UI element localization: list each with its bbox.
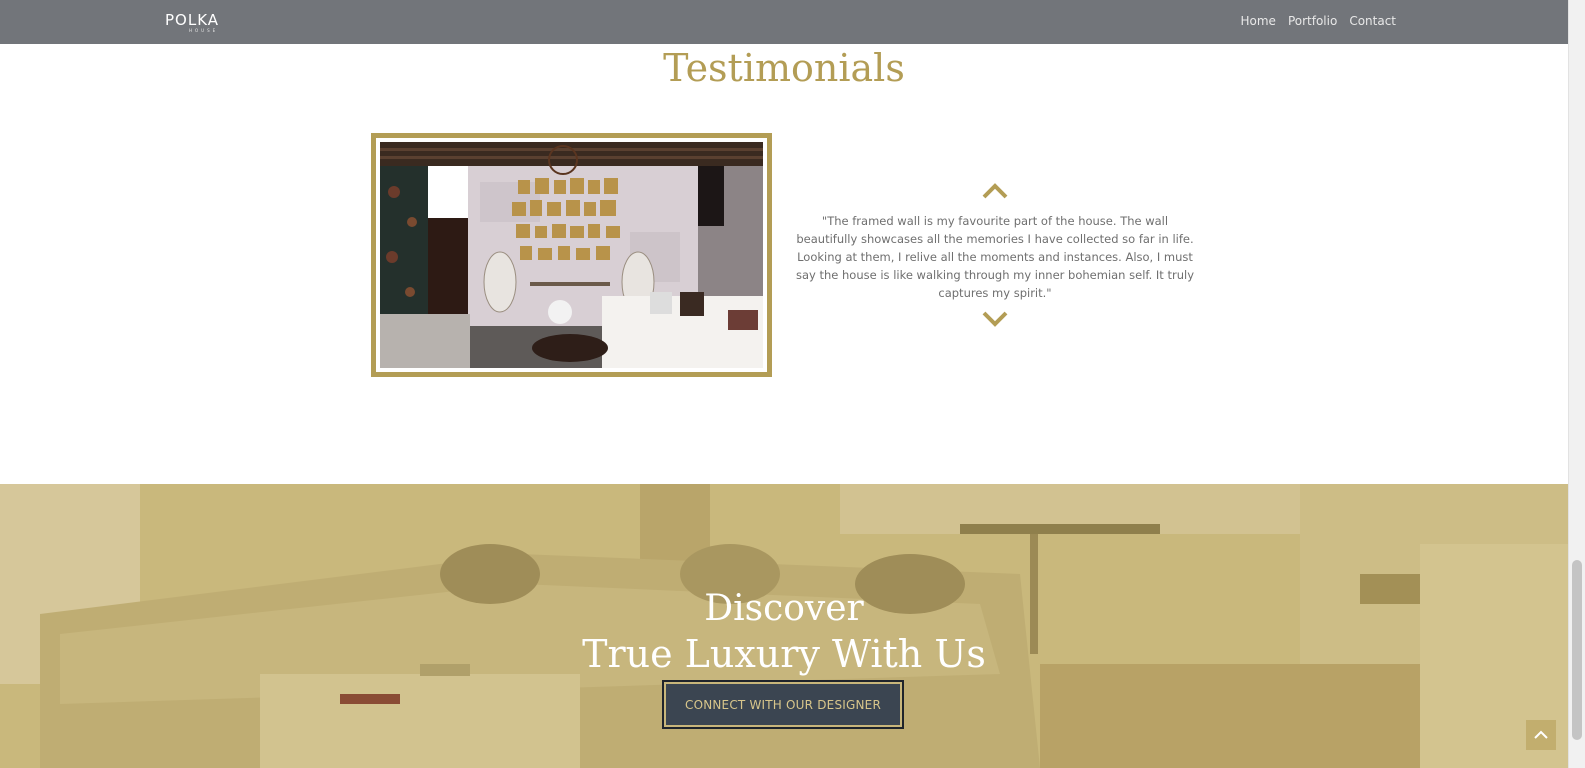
nav-link-portfolio[interactable]: Portfolio [1288, 14, 1337, 28]
hero-heading-line2: True Luxury With Us [582, 632, 986, 676]
brand-name: POLKA [165, 11, 220, 29]
nav-link-home[interactable]: Home [1241, 14, 1276, 28]
page-scrollbar[interactable] [1568, 0, 1585, 768]
back-to-top-button[interactable] [1526, 720, 1556, 750]
testimonials-title: Testimonials [663, 46, 905, 90]
scrollbar-thumb[interactable] [1572, 560, 1582, 740]
hero-heading-line1: Discover [704, 588, 864, 629]
discover-hero-section: Discover True Luxury With Us CONNECT WIT… [0, 484, 1568, 768]
testimonial-quote: "The framed wall is my favourite part of… [795, 214, 1194, 300]
living-room-photo [380, 142, 763, 368]
chevron-down-icon[interactable] [982, 311, 1008, 327]
brand-logo[interactable]: POLKA HOUSE [165, 12, 245, 34]
nav-menu: Home Portfolio Contact [1241, 14, 1397, 28]
top-navbar: POLKA HOUSE Home Portfolio Contact [0, 0, 1568, 44]
testimonial-photo [376, 138, 767, 372]
testimonial-photo-frame [371, 133, 772, 377]
nav-link-contact[interactable]: Contact [1349, 14, 1396, 28]
connect-designer-button[interactable]: CONNECT WITH OUR DESIGNER [662, 680, 904, 729]
chevron-up-icon [1534, 730, 1548, 739]
chevron-up-icon[interactable] [982, 183, 1008, 199]
